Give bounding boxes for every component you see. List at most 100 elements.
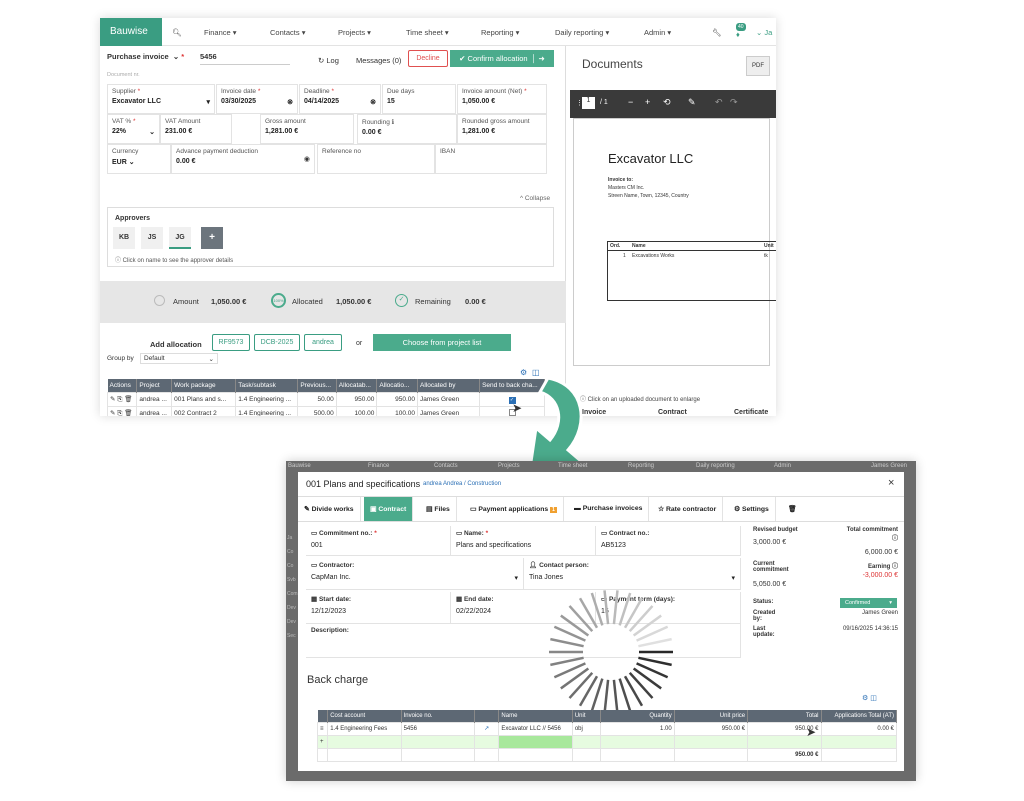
tab-settings[interactable]: ⚙ Settings: [728, 497, 776, 521]
rounding-field[interactable]: Rounding ℹ 0.00 €: [357, 114, 457, 144]
page-input[interactable]: 1: [582, 97, 595, 109]
row-actions[interactable]: ✎ ⎘ 🗑︎: [106, 392, 138, 407]
spinner-stroke: [612, 590, 619, 625]
supplier-field[interactable]: Supplier * Excavator LLC ▾: [107, 84, 215, 114]
total-commitment-value: 6,000.00 €: [864, 549, 898, 556]
menu-reporting[interactable]: Reporting ▾: [481, 28, 519, 37]
deadline-field[interactable]: Deadline * 04/14/2025 ⊗: [299, 84, 381, 114]
status-label: Status:: [753, 599, 774, 605]
tab-rate-contractor[interactable]: ☆ Rate contractor: [652, 497, 724, 521]
reference-field[interactable]: Reference no: [317, 144, 435, 174]
close-icon[interactable]: ×: [888, 477, 894, 489]
currency-field[interactable]: Currency EUR ⌄: [107, 144, 171, 174]
eye-icon[interactable]: ◉: [304, 155, 310, 163]
trash-icon[interactable]: 🗑︎: [782, 497, 803, 521]
menu-daily-reporting[interactable]: Daily reporting ▾: [555, 28, 609, 37]
invoice-date-field[interactable]: Invoice date * 03/30/2025 ⊗: [216, 84, 298, 114]
add-row-icon[interactable]: +: [316, 734, 329, 749]
cell[interactable]: 100.00: [376, 406, 419, 416]
tab-payment-applications[interactable]: ▭ Payment applications 1: [464, 497, 564, 521]
contract-no-field[interactable]: ▭ Contract no.: AB5123: [596, 526, 741, 556]
cell[interactable]: 950.00: [376, 392, 419, 407]
last-update-label: Last update:: [753, 626, 775, 638]
tab-purchase-invoices[interactable]: ▬ Purchase invoices: [568, 497, 650, 521]
page-count: / 1: [600, 99, 608, 106]
doc-number-input[interactable]: 5456: [200, 52, 290, 65]
approver-jg[interactable]: JG: [169, 227, 191, 249]
col-previous: Previous...: [297, 379, 337, 393]
cell: andrea ...: [136, 406, 173, 416]
row-actions[interactable]: ✎ ⎘ 🗑︎: [106, 406, 138, 416]
name-field[interactable]: ▭ Name: * Plans and specifications: [451, 526, 596, 556]
bg-item: Svb: [287, 577, 296, 583]
choose-project-button[interactable]: Choose from project list: [373, 334, 511, 351]
decline-button[interactable]: Decline: [408, 50, 448, 67]
invoice-amount-field[interactable]: Invoice amount (Net) * 1,050.00 €: [457, 84, 547, 114]
drag-handle-icon[interactable]: ≡: [316, 721, 329, 736]
menu-contacts[interactable]: Contacts ▾: [270, 28, 305, 37]
messages-button[interactable]: Messages (0): [356, 56, 401, 65]
confirm-allocation-button[interactable]: ✔ Confirm allocation │ ➜: [450, 50, 554, 67]
approver-js[interactable]: JS: [141, 227, 163, 249]
zoom-in-icon[interactable]: +: [645, 97, 650, 107]
cell: 950.00 €: [673, 721, 749, 736]
status-select[interactable]: Confirmed ▾: [840, 598, 897, 608]
external-link-icon[interactable]: ↗: [473, 721, 500, 736]
bg-menu: Projects: [498, 463, 520, 469]
allocation-table: Actions Project Work package Task/subtas…: [106, 379, 545, 416]
tab-files[interactable]: ▤ Files: [420, 497, 457, 521]
pdf-page[interactable]: Excavator LLC Invoice to: Masters CM Inc…: [573, 118, 776, 366]
spinner-stroke: [638, 656, 672, 667]
doc-type-select[interactable]: Purchase invoice ⌄ *: [107, 52, 184, 61]
breadcrumb[interactable]: andrea Andrea / Construction: [423, 481, 501, 487]
table-row[interactable]: ✎ ⎘ 🗑︎ andrea ... 001 Plans and s... 1.4…: [106, 392, 545, 407]
brand-logo[interactable]: Bauwise: [100, 18, 162, 46]
bell-icon[interactable]: ♦: [736, 30, 740, 39]
allocation-tag-andrea[interactable]: andrea: [304, 334, 342, 351]
last-update-value: 09/16/2025 14:36:15: [842, 626, 898, 632]
tab-divide-works[interactable]: ✎ Divide works: [298, 497, 361, 521]
cell: 50.00: [297, 392, 337, 407]
rotate-icon[interactable]: ⟲: [663, 97, 671, 108]
add-allocation-label: Add allocation: [150, 340, 202, 349]
total-commitment-label: Total commitment ⓘ: [846, 527, 898, 542]
log-button[interactable]: ↻ Log: [318, 56, 339, 65]
col-total: Total: [747, 710, 822, 722]
allocation-tag-rf9573[interactable]: RF9573: [212, 334, 250, 351]
menu-finance[interactable]: Finance ▾: [204, 28, 237, 37]
tab-contract[interactable]: ▣ Contract: [364, 497, 414, 521]
info-icon: ℹ: [391, 119, 395, 126]
commitment-no-field[interactable]: ▭ Commitment no.: * 001: [306, 526, 451, 556]
menu-projects[interactable]: Projects ▾: [338, 28, 371, 37]
gear-icon[interactable]: ⚙ ◫: [862, 694, 877, 702]
vat-field[interactable]: VAT % * 22% ⌄: [107, 114, 160, 144]
collapse-link[interactable]: ^ Collapse: [520, 195, 550, 202]
wrench-icon[interactable]: 🔧︎: [712, 28, 722, 37]
approver-kb[interactable]: KB: [113, 227, 135, 249]
search-icon[interactable]: 🔍︎: [172, 28, 182, 37]
documents-panel: Documents PDF ⋮ 1 / 1 − + ⟲ ✎ ↶ ↷ Excava…: [570, 46, 776, 416]
add-approver-button[interactable]: +: [201, 227, 223, 249]
cell: 500.00: [297, 406, 337, 416]
redo-icon[interactable]: ↷: [730, 97, 738, 108]
bg-item: Ja: [287, 535, 293, 541]
menu-timesheet[interactable]: Time sheet ▾: [406, 28, 449, 37]
advance-payment-field[interactable]: Advance payment deduction 0.00 € ◉: [171, 144, 315, 174]
start-date-field[interactable]: ▦ Start date: 12/12/2023: [306, 592, 451, 624]
col-allocated-by: Allocated by: [417, 379, 481, 393]
undo-icon[interactable]: ↶: [715, 97, 723, 108]
gross-amount-field: Gross amount 1,281.00 €: [260, 114, 354, 144]
pdf-icon[interactable]: PDF: [746, 56, 770, 76]
zoom-out-icon[interactable]: −: [628, 97, 633, 107]
menu-admin[interactable]: Admin ▾: [644, 28, 671, 37]
iban-field[interactable]: IBAN: [435, 144, 547, 174]
pdf-th: Ord.: [610, 243, 621, 249]
contractor-field[interactable]: ▭ Contractor: CapMan Inc. ▾: [306, 558, 524, 590]
draw-icon[interactable]: ✎: [688, 97, 696, 108]
due-days-field[interactable]: Due days 15: [382, 84, 456, 114]
user-menu[interactable]: ⌄ Ja: [756, 28, 772, 37]
table-row[interactable]: ✎ ⎘ 🗑︎ andrea ... 002 Contract 2 1.4 Eng…: [106, 406, 545, 416]
bg-item: Dev: [287, 605, 296, 611]
group-by-select[interactable]: Default ⌄: [140, 353, 218, 364]
allocation-tag-dcb[interactable]: DCB-2025: [254, 334, 300, 351]
